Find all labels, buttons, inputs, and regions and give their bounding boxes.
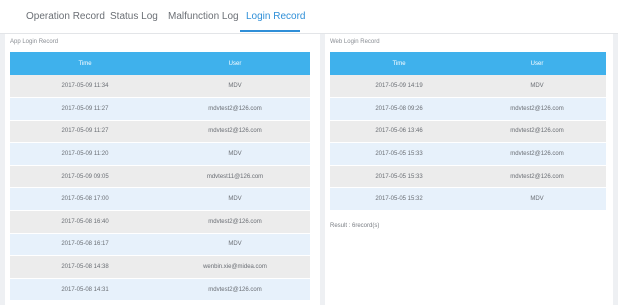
user-cell: MDV <box>468 75 606 99</box>
user-cell: mdvtest2@126.com <box>160 278 310 302</box>
tab-login-record[interactable]: Login Record <box>246 11 305 22</box>
table-row[interactable]: 2017-05-09 09:05 mdvtest11@126.com <box>10 165 310 189</box>
user-cell: mdvtest11@126.com <box>160 165 310 189</box>
user-cell: MDV <box>160 75 310 99</box>
table-row[interactable]: 2017-05-09 11:27 mdvtest2@126.com <box>10 120 310 144</box>
table-row[interactable]: 2017-05-08 14:38 wenbin.xie@midea.com <box>10 255 310 279</box>
column-header-time[interactable]: Time <box>10 52 160 75</box>
tab-status-log[interactable]: Status Log <box>110 11 158 22</box>
result-count: Result : 6record(s) <box>330 223 380 229</box>
table-header-row: Time User <box>330 52 606 75</box>
time-cell: 2017-05-09 14:19 <box>330 75 468 99</box>
table-row[interactable]: 2017-05-08 14:31 mdvtest2@126.com <box>10 278 310 302</box>
time-cell: 2017-05-09 11:34 <box>10 75 160 99</box>
time-cell: 2017-05-08 16:40 <box>10 210 160 234</box>
table-row[interactable]: 2017-05-05 15:33 mdvtest2@126.com <box>330 165 606 189</box>
column-header-user[interactable]: User <box>160 52 310 75</box>
time-cell: 2017-05-08 14:31 <box>10 278 160 302</box>
table-row[interactable]: 2017-05-09 11:27 mdvtest2@126.com <box>10 97 310 121</box>
app-login-title: App Login Record <box>10 39 59 45</box>
table-row[interactable]: 2017-05-06 13:46 mdvtest2@126.com <box>330 120 606 144</box>
table-row[interactable]: 2017-05-08 09:26 mdvtest2@126.com <box>330 97 606 121</box>
app-login-panel: App Login Record Time User 2017-05-09 11… <box>5 34 320 305</box>
time-cell: 2017-05-09 11:27 <box>10 97 160 121</box>
table-row[interactable]: 2017-05-09 11:34 MDV <box>10 75 310 99</box>
user-cell: mdvtest2@126.com <box>160 210 310 234</box>
user-cell: MDV <box>160 142 310 166</box>
time-cell: 2017-05-08 16:17 <box>10 233 160 257</box>
user-cell: mdvtest2@126.com <box>468 142 606 166</box>
table-row[interactable]: 2017-05-05 15:33 mdvtest2@126.com <box>330 142 606 166</box>
table-row[interactable]: 2017-05-08 16:40 mdvtest2@126.com <box>10 210 310 234</box>
time-cell: 2017-05-05 15:32 <box>330 187 468 212</box>
column-header-user[interactable]: User <box>468 52 606 75</box>
tab-bar: Operation Record Status Log Malfunction … <box>0 0 618 34</box>
time-cell: 2017-05-06 13:46 <box>330 120 468 144</box>
table-row[interactable]: 2017-05-08 16:17 MDV <box>10 233 310 257</box>
web-login-title: Web Login Record <box>330 39 380 45</box>
tab-malfunction-log[interactable]: Malfunction Log <box>168 11 239 22</box>
time-cell: 2017-05-05 15:33 <box>330 142 468 166</box>
user-cell: wenbin.xie@midea.com <box>160 255 310 279</box>
web-login-table: Time User 2017-05-09 14:19 MDV 2017-05-08 … <box>330 52 606 212</box>
table-header-row: Time User <box>10 52 310 75</box>
table-row[interactable]: 2017-05-08 17:00 MDV <box>10 187 310 212</box>
table-row[interactable]: 2017-05-09 14:19 MDV <box>330 75 606 99</box>
table-row[interactable]: 2017-05-09 11:20 MDV <box>10 142 310 166</box>
user-cell: mdvtest2@126.com <box>160 97 310 121</box>
user-cell: MDV <box>160 233 310 257</box>
time-cell: 2017-05-09 09:05 <box>10 165 160 189</box>
time-cell: 2017-05-05 15:33 <box>330 165 468 189</box>
time-cell: 2017-05-08 14:38 <box>10 255 160 279</box>
tab-operation-record[interactable]: Operation Record <box>26 11 105 22</box>
active-tab-indicator <box>240 30 300 32</box>
user-cell: MDV <box>468 187 606 212</box>
time-cell: 2017-05-08 09:26 <box>330 97 468 121</box>
time-cell: 2017-05-08 17:00 <box>10 187 160 212</box>
user-cell: mdvtest2@126.com <box>468 97 606 121</box>
user-cell: mdvtest2@126.com <box>468 120 606 144</box>
column-header-time[interactable]: Time <box>330 52 468 75</box>
time-cell: 2017-05-09 11:20 <box>10 142 160 166</box>
web-login-panel: Web Login Record Time User 2017-05-09 14… <box>325 34 613 305</box>
table-row[interactable]: 2017-05-05 15:32 MDV <box>330 187 606 212</box>
user-cell: MDV <box>160 187 310 212</box>
user-cell: mdvtest2@126.com <box>160 120 310 144</box>
app-login-table: Time User 2017-05-09 11:34 MDV 2017-05-09 … <box>10 52 310 302</box>
user-cell: mdvtest2@126.com <box>468 165 606 189</box>
time-cell: 2017-05-09 11:27 <box>10 120 160 144</box>
